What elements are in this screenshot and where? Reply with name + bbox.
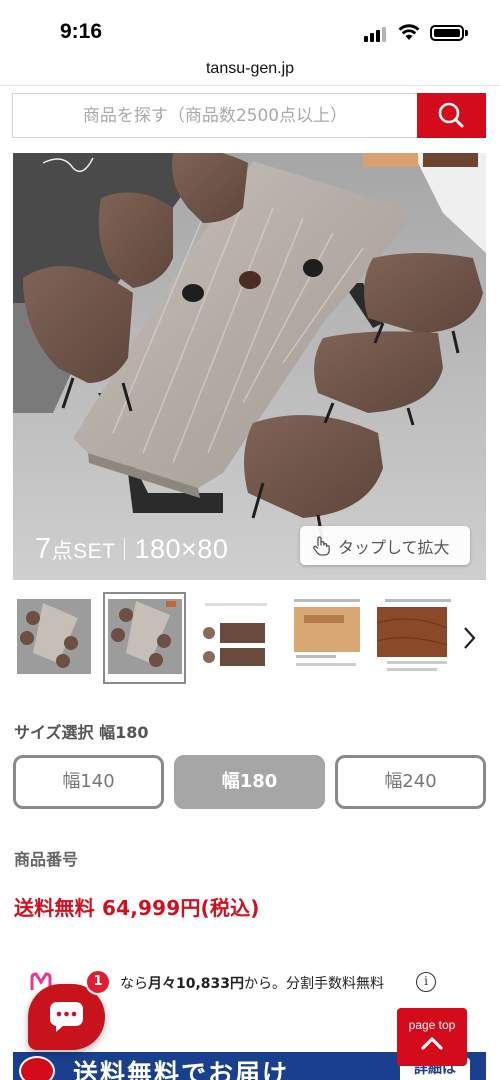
thumbnail-4[interactable] <box>286 593 367 683</box>
installment-suffix: から。分割手数料無料 <box>244 976 385 992</box>
banner-text: 送料無料でお届け <box>73 1059 290 1080</box>
chevron-up-icon <box>421 1037 443 1050</box>
chat-notification-badge: 1 <box>85 969 111 995</box>
banner-stamp-icon <box>19 1056 55 1080</box>
size-option-180[interactable]: 幅180 <box>174 755 325 809</box>
thumbnail-strip <box>13 592 500 685</box>
status-bar: 9:16 <box>0 0 500 56</box>
search-bar <box>12 93 486 138</box>
search-button[interactable] <box>417 93 486 138</box>
tap-hand-icon <box>313 535 330 556</box>
thumbnail-1[interactable] <box>13 593 94 683</box>
caption-separator <box>124 538 126 560</box>
browser-url[interactable]: tansu-gen.jp <box>0 56 500 86</box>
status-time: 9:16 <box>60 20 103 43</box>
page-top-label: page top <box>408 1018 456 1032</box>
hero-caption-count: 7 <box>35 533 52 565</box>
wifi-icon <box>398 24 420 40</box>
hero-caption: 7点SET 180×80 <box>35 533 228 566</box>
tap-to-zoom-button[interactable]: タップして拡大 <box>300 526 470 565</box>
installment-amount: 月々10,833円 <box>148 976 245 992</box>
thumbnail-next-chevron-icon[interactable] <box>460 623 480 653</box>
product-number-label: 商品番号 <box>14 850 79 869</box>
hero-caption-size: 180×80 <box>134 534 229 564</box>
battery-tip <box>465 30 468 36</box>
tap-to-zoom-label: タップして拡大 <box>338 537 450 557</box>
size-option-140[interactable]: 幅140 <box>13 755 164 809</box>
product-price: 送料無料 64,999円(税込) <box>14 896 260 920</box>
installment-prefix: なら <box>120 976 148 992</box>
thumbnail-3[interactable] <box>195 593 276 683</box>
product-main-image[interactable]: 7点SET 180×80 タップして拡大 <box>13 153 486 580</box>
dining-set-illustration <box>13 153 486 580</box>
search-input[interactable] <box>12 93 417 138</box>
battery-icon <box>430 25 464 41</box>
thumbnail-2[interactable] <box>103 592 186 684</box>
hero-caption-unit: 点SET <box>51 540 116 563</box>
info-icon[interactable]: i <box>416 972 436 992</box>
size-option-240[interactable]: 幅240 <box>335 755 486 809</box>
page-top-button[interactable]: page top <box>397 1008 467 1066</box>
search-icon <box>438 102 464 128</box>
thumbnail-5[interactable] <box>377 593 458 683</box>
installment-text: なら月々10,833円から。分割手数料無料 <box>120 973 384 993</box>
cellular-signal-icon <box>364 26 388 42</box>
size-select-label: サイズ選択 幅180 <box>14 723 149 742</box>
